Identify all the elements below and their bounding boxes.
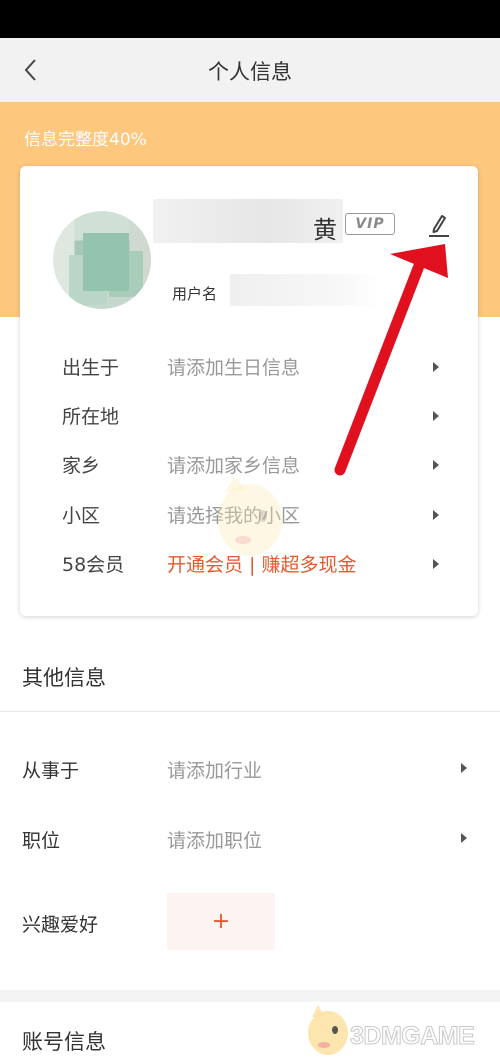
caret-right-icon <box>433 460 439 470</box>
caret-right-icon <box>433 362 439 372</box>
hobby-label: 兴趣爱好 <box>22 914 99 936</box>
section-title-account-info: 账号信息 <box>22 1030 106 1054</box>
completeness-text: 信息完整度40% <box>24 130 147 150</box>
watermark-logo-icon <box>308 1005 348 1055</box>
row-label: 小区 <box>62 505 101 527</box>
caret-right-icon <box>433 411 439 421</box>
edit-pencil-icon <box>429 215 449 237</box>
row-location[interactable]: 所在地 <box>20 402 478 432</box>
caret-right-icon <box>433 510 439 520</box>
page-title: 个人信息 <box>208 60 292 84</box>
row-value: 请添加职位 <box>167 830 263 852</box>
caret-right-icon <box>461 763 467 773</box>
caret-right-icon <box>433 559 439 569</box>
caret-right-icon <box>461 833 467 843</box>
row-label: 职位 <box>22 830 61 852</box>
add-hobby-button[interactable]: + <box>167 893 275 950</box>
row-birthday[interactable]: 出生于 请添加生日信息 <box>20 353 478 383</box>
row-value: 请添加行业 <box>167 760 263 782</box>
avatar[interactable] <box>53 211 151 309</box>
edit-profile-button[interactable] <box>425 211 453 239</box>
username-blurred <box>230 274 380 306</box>
row-label: 58会员 <box>62 554 125 576</box>
nickname: 黄 <box>313 216 337 244</box>
section-title-other-info: 其他信息 <box>22 666 106 690</box>
row-label: 从事于 <box>22 760 80 782</box>
row-label: 出生于 <box>62 357 120 379</box>
watermark-mascot-icon <box>218 475 282 556</box>
section-gap <box>0 990 500 1002</box>
nav-bar: 个人信息 <box>0 38 500 102</box>
watermark-text: 3DMGAME <box>349 1022 475 1051</box>
row-label: 家乡 <box>62 455 101 477</box>
vip-badge: VIP <box>345 213 395 235</box>
status-bar <box>0 0 500 38</box>
row-label: 所在地 <box>62 406 120 428</box>
username-label: 用户名 <box>172 285 218 303</box>
row-value: 请添加生日信息 <box>167 357 301 379</box>
divider <box>0 711 500 712</box>
